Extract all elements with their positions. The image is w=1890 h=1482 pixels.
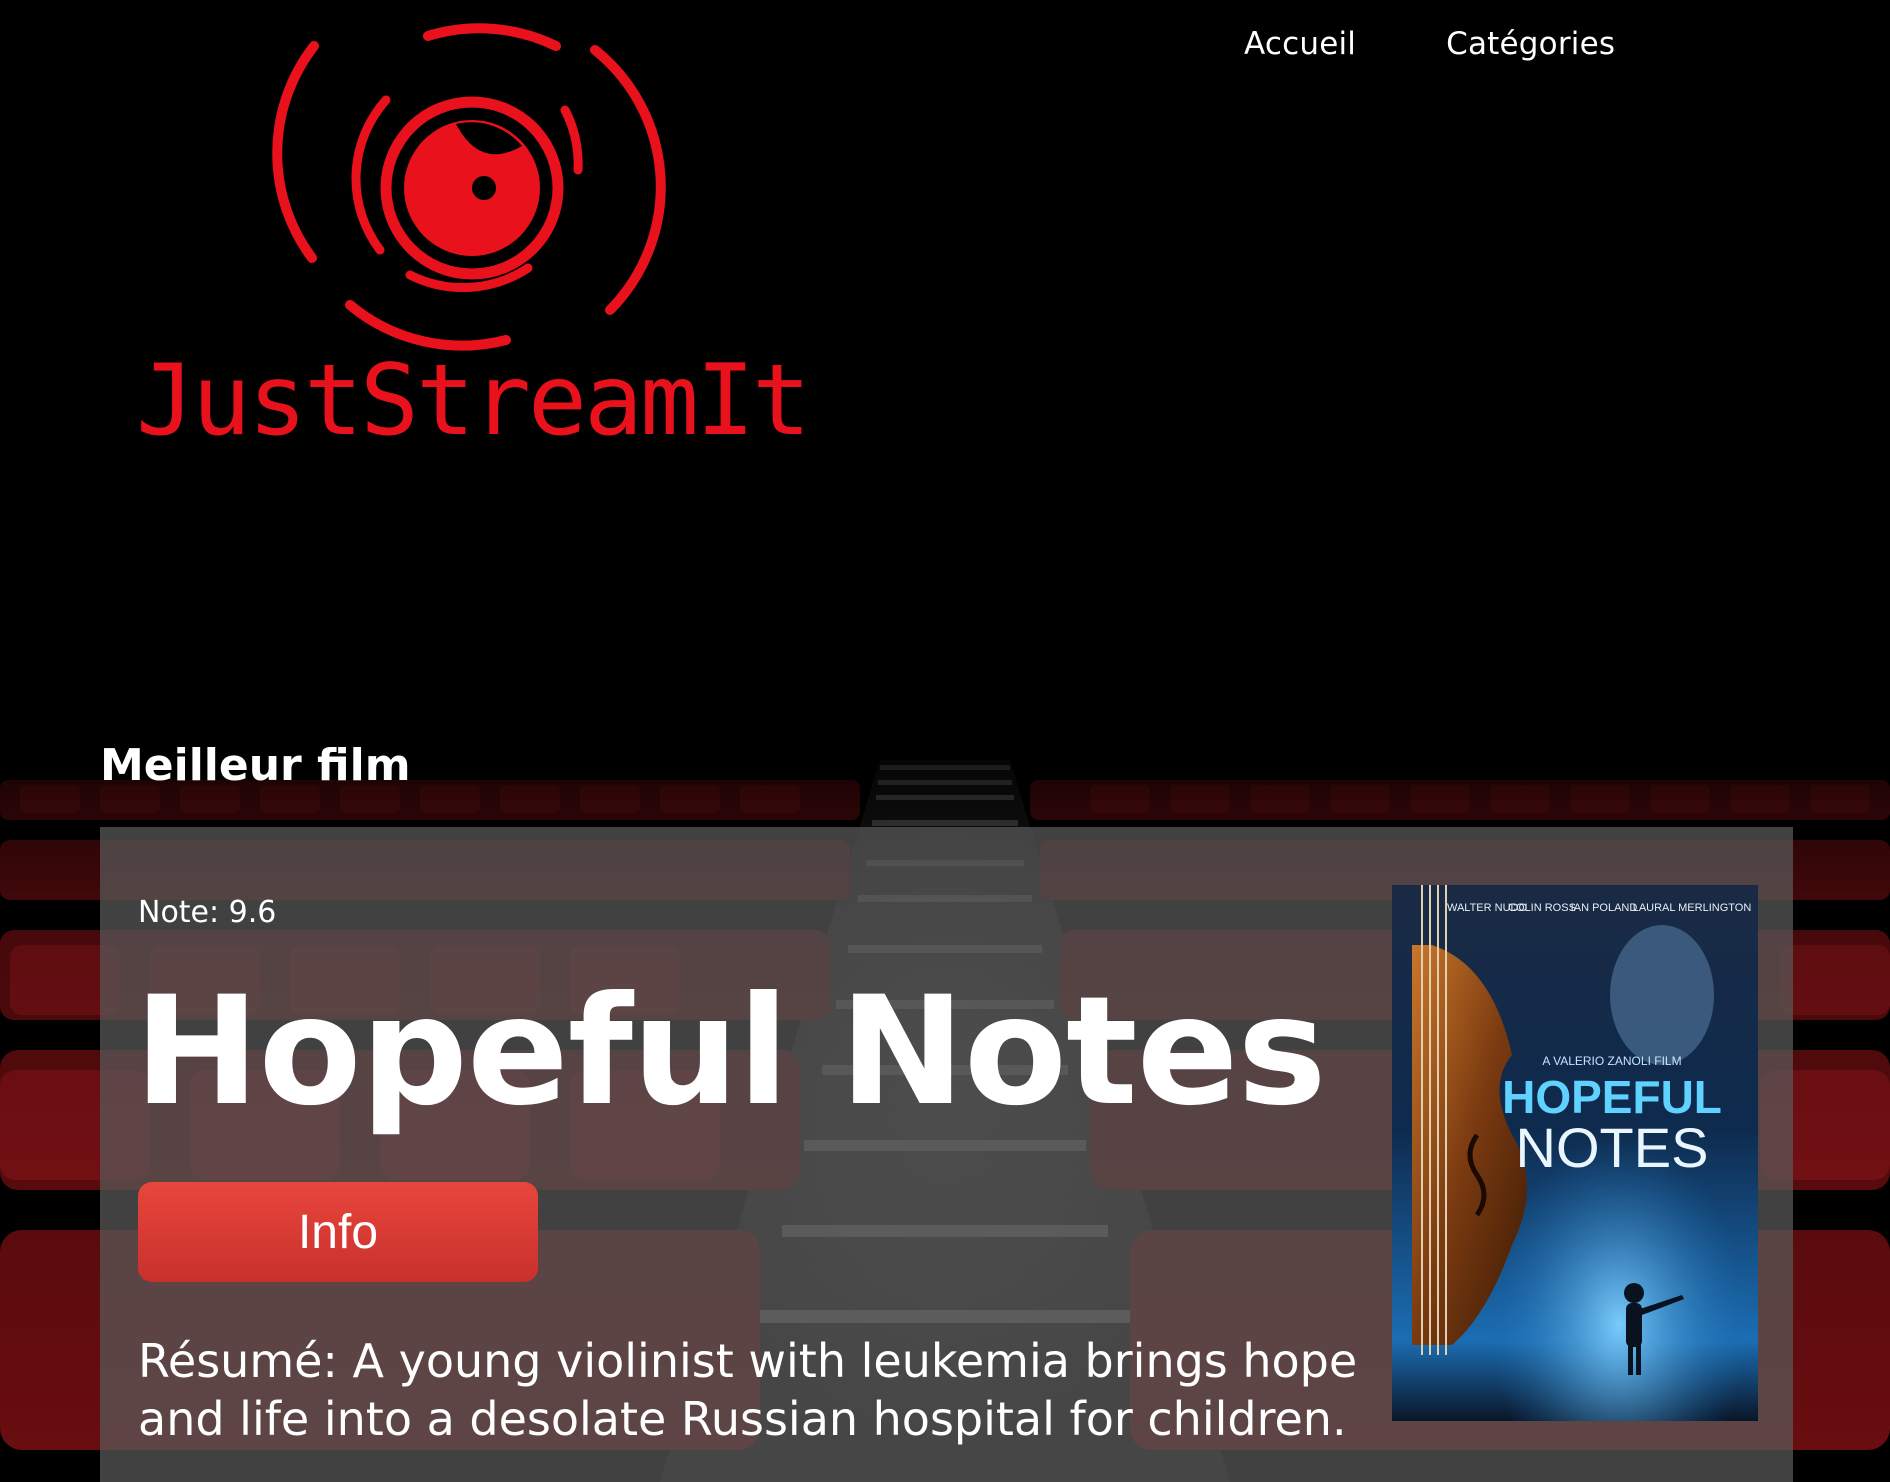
poster-title-line2: NOTES [1516, 1116, 1709, 1179]
poster-credit: A VALERIO ZANOLI FILM [1542, 1054, 1681, 1068]
best-movie-card: Note: 9.6 Hopeful Notes Info Résumé: A y… [100, 827, 1793, 1482]
section-title-best-movie: Meilleur film [100, 740, 411, 791]
main-nav: Accueil Catégories [1244, 26, 1615, 62]
nav-link-categories[interactable]: Catégories [1446, 26, 1615, 62]
camera-eye-icon [272, 23, 666, 351]
movie-poster[interactable]: WALTER NUDO COLIN ROSS IAN POLAND LAURAL… [1392, 885, 1758, 1421]
movie-title: Hopeful Notes [134, 965, 1327, 1139]
svg-text:IAN POLAND: IAN POLAND [1571, 902, 1638, 914]
svg-text:COLIN ROSS: COLIN ROSS [1508, 902, 1576, 914]
nav-link-accueil[interactable]: Accueil [1244, 26, 1356, 62]
site-logo[interactable]: JustStreamIt [130, 20, 811, 470]
brand-wordmark: JustStreamIt [136, 344, 811, 458]
movie-rating: Note: 9.6 [138, 895, 277, 930]
page: Accueil Catégories JustStreamIt Meilleur… [0, 0, 1890, 1482]
movie-summary: Résumé: A young violinist with leukemia … [138, 1334, 1358, 1446]
svg-text:LAURAL MERLINGTON: LAURAL MERLINGTON [1633, 902, 1752, 914]
info-button[interactable]: Info [138, 1182, 538, 1282]
poster-cast: WALTER NUDO COLIN ROSS IAN POLAND LAURAL… [1447, 902, 1751, 914]
